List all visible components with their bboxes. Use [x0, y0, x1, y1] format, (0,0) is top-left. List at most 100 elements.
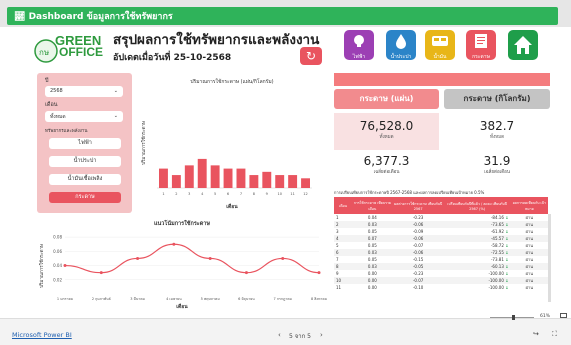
logo-text-office: OFFICE — [59, 45, 103, 59]
cell-usage-text: 0.03 — [367, 222, 377, 227]
cell-target: ผ่าน — [511, 242, 548, 249]
comparison-table: เดือน การใช้กระดาษ เทียบรายเดือน ผลต่างก… — [334, 197, 548, 291]
line-chart-title: แนวโน้มการใช้กระดาษ — [154, 219, 210, 227]
zoom-slider-thumb[interactable] — [512, 315, 515, 320]
cell-diff: -0.06 — [392, 221, 444, 228]
cell-percent: -61.92 ↓ — [444, 228, 511, 235]
cell-diff: -0.23 — [393, 270, 444, 277]
bar — [171, 175, 181, 188]
filter-electricity-button[interactable]: ไฟฟ้า — [49, 138, 121, 149]
filter-paper-button[interactable]: กระดาษ — [49, 192, 121, 203]
y-tick-label: 0.06 — [53, 249, 62, 254]
updated-date: อัปเดตเมื่อวันที่ 25-10-2568 — [113, 53, 232, 63]
cell-target-text: ผ่าน — [525, 222, 533, 227]
cell-month-text: 3 — [336, 229, 339, 234]
x-tick-label: 3 — [188, 192, 190, 196]
bar — [262, 171, 272, 188]
nav-electricity-label: ไฟฟ้า — [352, 54, 366, 60]
col-header-month[interactable]: เดือน — [334, 197, 352, 214]
arrow-down-icon: ↓ — [503, 250, 509, 255]
powerbi-link[interactable]: Microsoft Power BI — [12, 331, 72, 339]
cell-diff: -0.05 — [392, 263, 444, 270]
arrow-down-icon: ↓ — [503, 215, 509, 220]
cell-percent: -60.13 ↓ — [443, 263, 511, 270]
bar — [197, 158, 207, 188]
cell-percent-text: -73.65 — [490, 222, 504, 227]
cell-percent: -100.00 ↓ — [443, 277, 511, 284]
line-chart: แนวโน้มการใช้กระดาษปริมาณการใช้กระดาษ 0.0… — [39, 219, 327, 310]
table-row: 2 0.03 -0.06 -73.65 ↓ ผ่าน — [334, 221, 548, 228]
x-tick-label: 2 กุมภาพันธ์ — [92, 297, 111, 302]
cell-percent-text: -84.16 — [490, 215, 504, 220]
bar — [210, 165, 220, 188]
cell-percent: -72.55 ↓ — [443, 249, 511, 256]
cell-target: ผ่าน — [511, 228, 548, 235]
cell-usage: 0.03 — [352, 263, 393, 270]
cell-target: ผ่าน — [511, 256, 548, 263]
arrow-down-icon: ↓ — [503, 243, 509, 248]
filter-water-button[interactable]: น้ำประปา — [49, 156, 121, 167]
cell-target: ผ่าน — [510, 277, 548, 284]
cell-month: 9 — [334, 270, 352, 277]
bar-chart-title: ปริมาณการใช้กระดาษ (แผ่น/กิโลกรัม) — [190, 78, 273, 85]
lightbulb-icon — [354, 35, 364, 47]
fit-page-icon[interactable] — [560, 313, 567, 318]
cell-target-text: ผ่าน — [525, 278, 533, 283]
cell-usage: 0.00 — [352, 284, 393, 291]
cell-percent-text: -100.00 — [488, 271, 504, 276]
comparison-table-wrap[interactable]: เดือน การใช้กระดาษ เทียบรายเดือน ผลต่างก… — [334, 197, 548, 302]
cell-diff-text: -0.09 — [412, 229, 424, 234]
year-dropdown[interactable]: 2568 ⌄ — [45, 86, 123, 97]
col-header-percent[interactable]: เปรียบเทียบกับปีที่แล้ว / ลดลง เทียบกับป… — [443, 197, 511, 214]
cell-diff: -0.23 — [393, 214, 444, 221]
y-axis-label: ปริมาณการใช้กระดาษ — [39, 244, 45, 288]
x-tick-label: 8 สิงหาคม — [311, 297, 327, 301]
data-point — [63, 264, 67, 268]
col-header-usage[interactable]: การใช้กระดาษ เทียบรายเดือน — [352, 197, 393, 214]
table-row: 8 0.03 -0.05 -60.13 ↓ ผ่าน — [334, 263, 548, 270]
chevron-down-icon: ⌄ — [113, 113, 118, 119]
x-tick-label: 7 กรกฎาคม — [274, 297, 292, 301]
water-drop-icon — [396, 34, 406, 49]
table-row: 3 0.05 -0.09 -61.92 ↓ ผ่าน — [334, 228, 548, 235]
arrow-down-icon: ↓ — [503, 236, 509, 241]
table-scrollbar[interactable] — [548, 214, 551, 302]
cell-usage-text: 0.03 — [367, 250, 377, 255]
x-tick-label: 6 — [227, 192, 229, 196]
cell-month-text: 10 — [336, 278, 342, 283]
col-header-diff[interactable]: ผลต่างการใช้กระดาษ เทียบกับปี 2567 — [392, 197, 444, 214]
cell-target: ผ่าน — [511, 284, 548, 291]
filter-fuel-button[interactable]: น้ำมันเชื้อเพลิง — [49, 174, 121, 185]
cell-usage-text: 0.04 — [367, 215, 377, 220]
refresh-icon: ↻ — [305, 49, 317, 63]
bar — [275, 175, 285, 188]
share-icon[interactable]: ↪ — [533, 330, 539, 338]
bar — [184, 165, 194, 188]
nav-water-label: น้ำประปา — [390, 54, 412, 60]
nav-home-button[interactable] — [508, 30, 538, 60]
kpi-total-sheets-card: 76,528.0 ทั้งหมด — [334, 113, 439, 150]
col-header-target[interactable]: ผลการลดเทียบกับ เป้าหมาย — [510, 197, 548, 214]
home-icon — [514, 36, 532, 54]
cell-month-text: 5 — [336, 243, 339, 248]
x-tick-label: 2 — [175, 192, 177, 196]
arrow-down-icon: ↓ — [503, 278, 509, 283]
data-point — [208, 256, 212, 260]
resource-label: ทรัพยากรและพลังงาน — [45, 129, 88, 134]
table-row: 9 0.00 -0.23 -100.00 ↓ ผ่าน — [334, 270, 548, 277]
x-tick-label: 5 พฤษภาคม — [201, 297, 220, 301]
prev-page-button[interactable]: ‹ — [278, 331, 281, 339]
cell-target: ผ่าน — [510, 263, 548, 270]
next-page-button[interactable]: › — [320, 331, 323, 339]
app-header: 📈︎ Dashboard ข้อมูลการใช้ทรัพยากร — [0, 0, 571, 27]
cell-diff-text: -0.10 — [412, 285, 424, 290]
cell-diff-text: -0.15 — [412, 257, 424, 262]
cell-diff-text: -0.06 — [412, 250, 424, 255]
cell-month: 4 — [334, 235, 352, 242]
month-dropdown[interactable]: ทั้งหมด ⌄ — [45, 111, 123, 122]
fullscreen-icon[interactable]: ⛶ — [552, 330, 557, 339]
refresh-button[interactable]: ↻ — [300, 47, 322, 65]
kpi-header-kg: กระดาษ (กิโลกรัม) — [444, 89, 550, 109]
y-tick-label: 0.02 — [53, 277, 62, 282]
cell-usage: 0.04 — [352, 214, 393, 221]
